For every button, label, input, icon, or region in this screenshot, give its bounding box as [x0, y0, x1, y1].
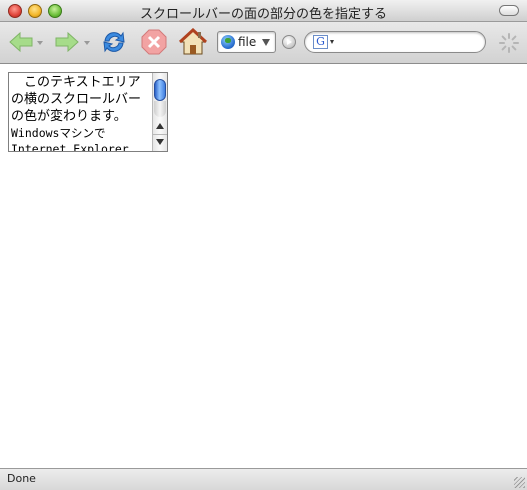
search-engine-google-icon[interactable]: G [313, 35, 328, 49]
search-input[interactable]: G [304, 31, 486, 53]
stop-button[interactable] [139, 28, 169, 56]
scrollbar-divider [153, 134, 167, 135]
go-button[interactable] [282, 35, 296, 49]
textarea-text: このテキストエリア の横のスクロールバー の色が変わります。 Windowsマシ… [11, 74, 151, 152]
scrollbar-track [154, 101, 166, 117]
textarea-line: Internet Explorer [11, 142, 129, 152]
sample-textarea[interactable]: このテキストエリア の横のスクロールバー の色が変わります。 Windowsマシ… [8, 72, 168, 152]
home-icon [178, 28, 208, 55]
home-button[interactable] [178, 28, 208, 56]
textarea-line: の横のスクロールバー [11, 92, 142, 107]
toolbar-toggle-button[interactable] [499, 5, 519, 16]
url-text: file [238, 35, 257, 49]
textarea-line: このテキストエリア [11, 75, 141, 90]
scrollbar-thumb[interactable] [154, 79, 166, 101]
page-content: このテキストエリア の横のスクロールバー の色が変わります。 Windowsマシ… [0, 64, 527, 468]
textarea-line: の色が変わります。 [11, 109, 127, 124]
site-globe-icon [221, 35, 235, 49]
loading-throbber-icon [498, 32, 520, 54]
back-arrow-icon [9, 31, 33, 53]
window-titlebar: スクロールバーの面の部分の色を指定する [0, 0, 527, 22]
reload-button[interactable] [99, 28, 129, 56]
textarea-line: Windowsマシンで [11, 126, 106, 140]
scroll-down-arrow-icon[interactable] [156, 139, 164, 145]
status-text: Done [7, 472, 36, 485]
forward-history-dropdown-icon[interactable] [84, 41, 90, 45]
navigation-toolbar: file G [0, 22, 527, 64]
textarea-scrollbar[interactable] [152, 73, 167, 151]
back-button[interactable] [6, 28, 36, 56]
window-title: スクロールバーの面の部分の色を指定する [139, 7, 387, 22]
resize-grip-icon[interactable] [514, 477, 525, 488]
search-engine-dropdown-icon[interactable] [330, 40, 334, 44]
stop-icon [141, 29, 167, 55]
scroll-up-arrow-icon[interactable] [156, 123, 164, 129]
forward-arrow-icon [55, 31, 79, 53]
url-bar[interactable]: file [217, 31, 276, 53]
reload-icon [103, 31, 125, 53]
back-history-dropdown-icon[interactable] [37, 41, 43, 45]
status-bar: Done [0, 468, 527, 490]
url-history-dropdown-icon[interactable] [262, 39, 270, 46]
forward-button[interactable] [52, 28, 82, 56]
